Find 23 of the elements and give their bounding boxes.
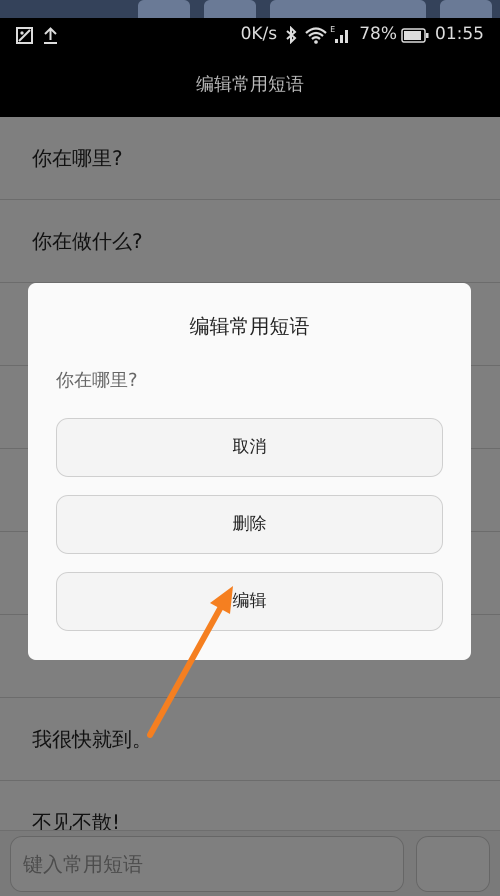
toolbar-button[interactable] xyxy=(270,0,426,18)
dialog-title: 编辑常用短语 xyxy=(188,313,310,340)
phrase-text: 你在哪里? xyxy=(32,145,123,172)
phrase-text: 我很快就到。 xyxy=(32,726,152,753)
wifi-icon xyxy=(305,26,328,44)
add-button[interactable] xyxy=(416,836,490,892)
bluetooth-icon xyxy=(285,26,298,44)
battery-icon xyxy=(401,28,429,42)
phrase-text: 你在做什么? xyxy=(32,228,143,255)
battery-percent: 78% xyxy=(359,23,397,46)
dialog-message: 你在哪里? xyxy=(56,369,139,393)
network-type: E xyxy=(330,24,336,36)
toolbar-button[interactable] xyxy=(440,0,492,18)
toolbar-button[interactable] xyxy=(138,0,190,18)
network-speed: 0K/s xyxy=(240,23,278,46)
dialog-button[interactable]: 取消 xyxy=(56,418,443,477)
page-title: 编辑常用短语 xyxy=(196,73,304,97)
upload-icon xyxy=(43,26,58,44)
toolbar-button[interactable] xyxy=(204,0,256,18)
image-icon xyxy=(16,26,33,44)
clock: 01:55 xyxy=(435,23,484,46)
dialog-button[interactable]: 删除 xyxy=(56,495,443,554)
dialog-button[interactable]: 编辑 xyxy=(56,572,443,631)
